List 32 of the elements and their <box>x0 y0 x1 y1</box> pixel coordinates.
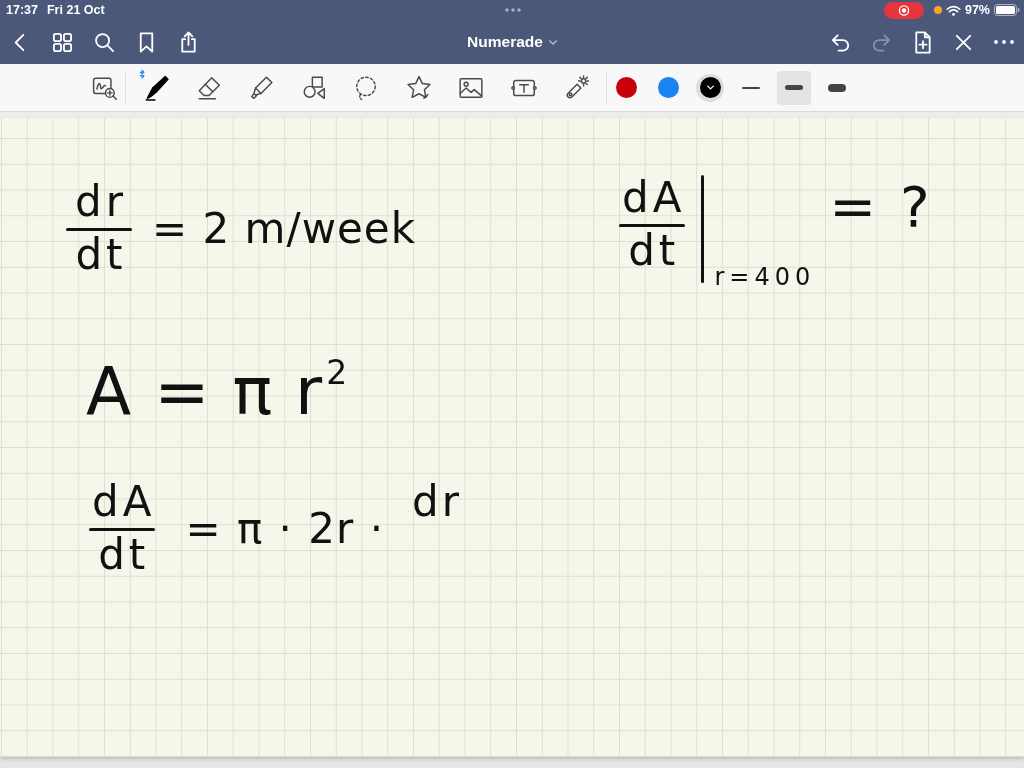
search-icon <box>92 30 116 54</box>
denominator-text: dt <box>74 234 127 276</box>
denominator-text: dt <box>97 534 150 576</box>
subscript-text: r=400 <box>714 265 816 289</box>
wifi-icon <box>945 4 961 16</box>
status-time: 17:37 <box>6 3 38 17</box>
medium-line-icon <box>785 85 803 90</box>
multitasking-dots-icon <box>505 8 521 12</box>
numerator-text: dA <box>621 177 686 219</box>
equation-text: A = π r$^{2}$ <box>86 359 348 425</box>
numerator-text: dr <box>74 181 127 223</box>
battery-percent: 97% <box>964 3 990 17</box>
equation-text: = π · 2r · <box>185 507 384 550</box>
fraction-bar <box>618 224 685 227</box>
numerator-text: dr <box>412 481 462 523</box>
equation-text: = ? <box>829 179 931 235</box>
thin-line-icon <box>742 86 760 89</box>
status-date: Fri 21 Oct <box>47 3 105 17</box>
stroke-width-button[interactable] <box>777 70 811 105</box>
chevron-down-icon <box>548 39 557 45</box>
fraction-bar <box>66 228 132 231</box>
privacy-dot-icon <box>933 6 942 14</box>
thick-line-icon <box>828 83 846 92</box>
numerator-text: dA <box>91 481 156 523</box>
equation-text: = 2 m/week <box>152 207 417 250</box>
battery-icon <box>994 4 1020 16</box>
chevron-down-icon <box>706 85 714 90</box>
more-icon <box>994 40 1014 44</box>
document-title-button[interactable]: Numerade <box>465 29 559 55</box>
denominator-text: dt <box>627 230 680 272</box>
fraction-bar <box>88 528 155 531</box>
grid-icon <box>50 30 74 54</box>
